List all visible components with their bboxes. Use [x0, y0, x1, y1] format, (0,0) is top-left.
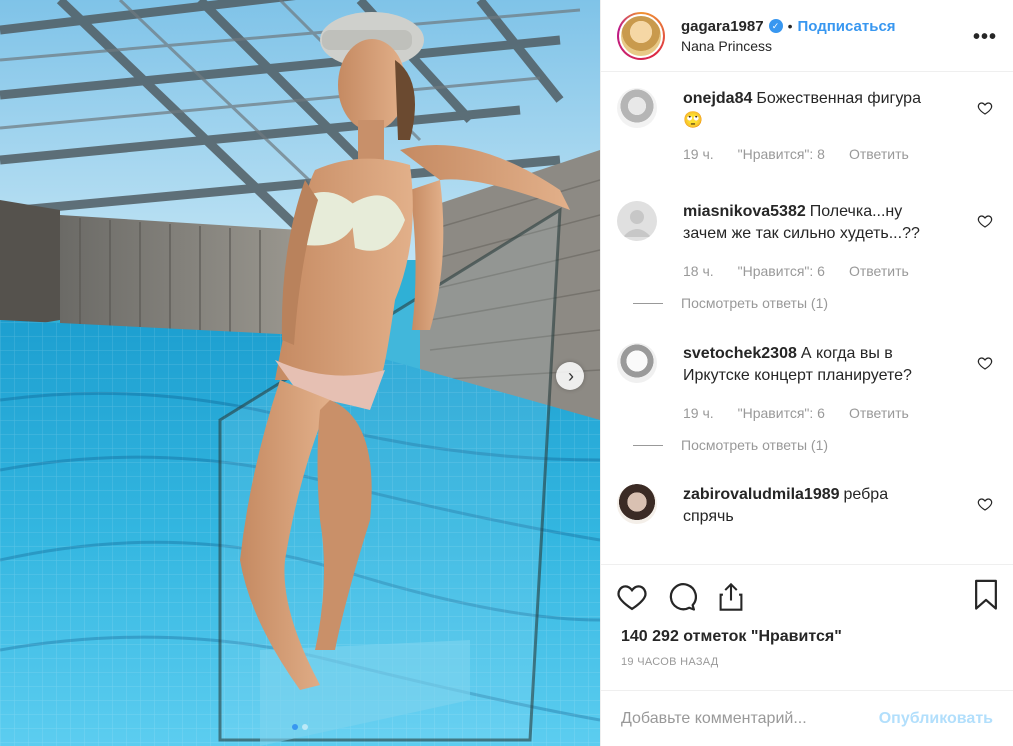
post-location[interactable]: Nana Princess — [681, 38, 896, 54]
post-photo — [0, 0, 600, 746]
comment-input[interactable] — [621, 709, 879, 728]
comment-username[interactable]: zabirovaludmila1989 — [683, 486, 840, 503]
view-replies-button[interactable]: Посмотреть ответы (1) — [633, 295, 943, 311]
comment-avatar[interactable] — [617, 88, 657, 128]
reply-button[interactable]: Ответить — [849, 146, 909, 162]
comment-time[interactable]: 18 ч. — [683, 263, 714, 279]
post-image[interactable]: › — [0, 0, 600, 746]
add-comment-bar: Опубликовать — [601, 690, 1013, 746]
comment-username[interactable]: onejda84 — [683, 90, 752, 107]
verified-badge-icon: ✓ — [768, 19, 783, 33]
more-options-icon[interactable]: ••• — [973, 26, 997, 49]
post-timestamp[interactable]: 19 часов назад — [601, 646, 1013, 668]
share-icon — [719, 582, 743, 611]
comment-avatar[interactable] — [617, 343, 657, 383]
reply-button[interactable]: Ответить — [849, 263, 909, 279]
author-avatar[interactable] — [617, 11, 665, 60]
comment-item: zabirovaludmila1989 ребра спрячь — [617, 484, 997, 528]
heart-icon — [617, 584, 647, 610]
comment-item: miasnikova5382 Полечка...ну зачем же так … — [617, 201, 997, 343]
comment-like-icon[interactable] — [977, 355, 993, 371]
comment-like-icon[interactable] — [977, 100, 993, 116]
comment-username[interactable]: svetochek2308 — [683, 345, 797, 362]
post-side-panel: gagara1987 ✓ • Подписаться Nana Princess… — [600, 0, 1013, 746]
comment-item: onejda84 Божественная фигура 🙄 19 ч. "Нра… — [617, 88, 997, 201]
post-actions-bar — [601, 564, 1013, 628]
reply-button[interactable]: Ответить — [849, 405, 909, 421]
comment-avatar[interactable] — [617, 484, 657, 524]
likes-count[interactable]: 140 292 отметок "Нравится" — [601, 628, 1013, 646]
view-replies-label: Посмотреть ответы (1) — [681, 295, 829, 311]
comments-list: onejda84 Божественная фигура 🙄 19 ч. "Нра… — [601, 72, 1013, 564]
comment-like-icon[interactable] — [977, 496, 993, 512]
instagram-post: › gagara1987 ✓ • Подписаться Nana Prince… — [0, 0, 1013, 746]
comment-like-icon[interactable] — [977, 213, 993, 229]
chevron-right-icon: › — [568, 366, 574, 386]
comment-likes[interactable]: "Нравится": 6 — [738, 405, 825, 421]
comment-likes[interactable]: "Нравится": 6 — [738, 263, 825, 279]
carousel-dot-active — [292, 724, 298, 730]
like-button[interactable] — [617, 577, 657, 617]
view-replies-button[interactable]: Посмотреть ответы (1) — [633, 437, 943, 453]
comment-item: svetochek2308 А когда вы в Иркутске конце… — [617, 343, 997, 484]
comment-avatar[interactable] — [617, 201, 657, 241]
bookmark-icon[interactable] — [973, 579, 999, 611]
follow-button[interactable]: Подписаться — [797, 18, 895, 35]
comment-likes[interactable]: "Нравится": 8 — [738, 146, 825, 162]
comment-icon — [669, 582, 697, 611]
author-username[interactable]: gagara1987 — [681, 18, 764, 35]
next-image-button[interactable]: › — [556, 362, 584, 390]
comment-username[interactable]: miasnikova5382 — [683, 203, 806, 220]
publish-button[interactable]: Опубликовать — [879, 710, 993, 728]
separator: • — [787, 18, 793, 34]
comment-time[interactable]: 19 ч. — [683, 405, 714, 421]
carousel-dot — [302, 724, 308, 730]
comment-button[interactable] — [667, 577, 707, 617]
post-header: gagara1987 ✓ • Подписаться Nana Princess… — [601, 0, 1013, 72]
carousel-indicator — [0, 724, 600, 730]
comment-time[interactable]: 19 ч. — [683, 146, 714, 162]
share-button[interactable] — [717, 577, 757, 617]
view-replies-label: Посмотреть ответы (1) — [681, 437, 829, 453]
